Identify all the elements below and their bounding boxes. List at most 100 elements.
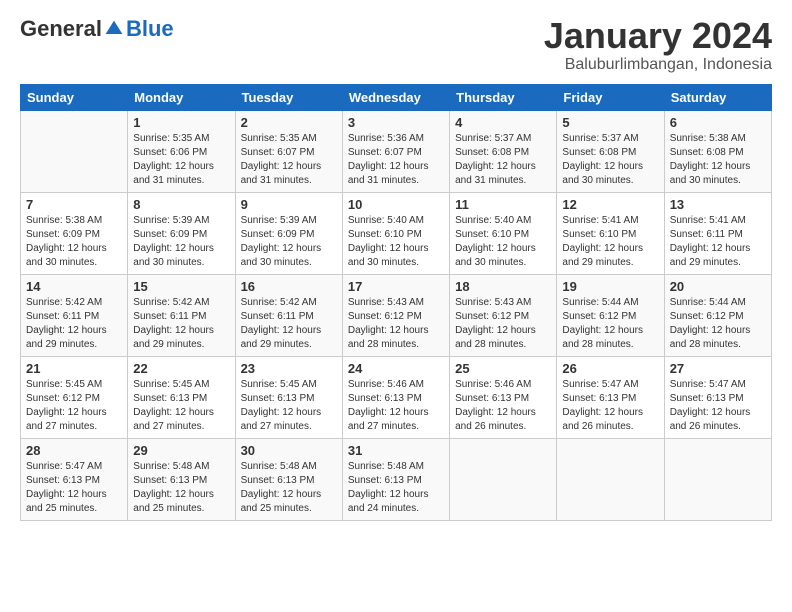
day-number: 19	[562, 279, 658, 294]
day-number: 9	[241, 197, 337, 212]
day-cell: 4Sunrise: 5:37 AM Sunset: 6:08 PM Daylig…	[450, 110, 557, 192]
day-number: 17	[348, 279, 444, 294]
header: General Blue January 2024 Baluburlimbang…	[20, 16, 772, 74]
day-number: 28	[26, 443, 122, 458]
day-info: Sunrise: 5:45 AM Sunset: 6:13 PM Dayligh…	[241, 378, 337, 434]
day-number: 23	[241, 361, 337, 376]
day-cell: 13 Sunrise: 5:41 AM Sunset: 6:11 PM Dayli…	[664, 192, 771, 274]
day-cell: 14 Sunrise: 5:42 AM Sunset: 6:11 PM Dayli…	[21, 274, 128, 356]
day-number: 25	[455, 361, 551, 376]
day-info: Sunrise: 5:42 AM Sunset: 6:11 PM Dayligh…	[26, 296, 122, 352]
day-cell: 12 Sunrise: 5:41 AM Sunset: 6:10 PM Dayli…	[557, 192, 664, 274]
day-cell: 3 Sunrise: 5:36 AM Sunset: 6:07 PM Daylig…	[342, 110, 449, 192]
day-info: Sunrise: 5:41 AM Sunset: 6:11 PM Dayligh…	[670, 214, 766, 270]
day-info: Sunrise: 5:48 AM Sunset: 6:13 PM Dayligh…	[241, 460, 337, 516]
day-number: 26	[562, 361, 658, 376]
header-day: Sunday	[21, 84, 128, 110]
header-day: Tuesday	[235, 84, 342, 110]
day-number: 27	[670, 361, 766, 376]
day-info: Sunrise: 5:44 AM Sunset: 6:12 PM Dayligh…	[670, 296, 766, 352]
header-day: Friday	[557, 84, 664, 110]
day-number: 4	[455, 115, 551, 130]
day-cell: 11 Sunrise: 5:40 AM Sunset: 6:10 PM Dayli…	[450, 192, 557, 274]
day-number: 15	[133, 279, 229, 294]
day-info: Sunrise: 5:44 AM Sunset: 6:12 PM Dayligh…	[562, 296, 658, 352]
day-cell: 5 Sunrise: 5:37 AM Sunset: 6:08 PM Daylig…	[557, 110, 664, 192]
day-cell: 7 Sunrise: 5:38 AM Sunset: 6:09 PM Daylig…	[21, 192, 128, 274]
day-number: 2	[241, 115, 337, 130]
day-number: 21	[26, 361, 122, 376]
day-cell	[21, 110, 128, 192]
header-day: Wednesday	[342, 84, 449, 110]
day-number: 5	[562, 115, 658, 130]
day-cell: 9 Sunrise: 5:39 AM Sunset: 6:09 PM Daylig…	[235, 192, 342, 274]
day-number: 13	[670, 197, 766, 212]
day-cell	[450, 438, 557, 520]
day-number: 10	[348, 197, 444, 212]
day-number: 14	[26, 279, 122, 294]
day-info: Sunrise: 5:36 AM Sunset: 6:07 PM Dayligh…	[348, 132, 444, 188]
day-cell: 19 Sunrise: 5:44 AM Sunset: 6:12 PM Dayli…	[557, 274, 664, 356]
day-number: 12	[562, 197, 658, 212]
day-info: Sunrise: 5:42 AM Sunset: 6:11 PM Dayligh…	[133, 296, 229, 352]
logo-icon	[104, 19, 124, 39]
week-row: 21 Sunrise: 5:45 AM Sunset: 6:12 PM Dayli…	[21, 356, 772, 438]
day-info: Sunrise: 5:43 AM Sunset: 6:12 PM Dayligh…	[455, 296, 551, 352]
logo: General Blue	[20, 16, 174, 42]
day-info: Sunrise: 5:40 AM Sunset: 6:10 PM Dayligh…	[455, 214, 551, 270]
day-info: Sunrise: 5:40 AM Sunset: 6:10 PM Dayligh…	[348, 214, 444, 270]
week-row: 14 Sunrise: 5:42 AM Sunset: 6:11 PM Dayli…	[21, 274, 772, 356]
day-info: Sunrise: 5:39 AM Sunset: 6:09 PM Dayligh…	[241, 214, 337, 270]
day-cell: 2Sunrise: 5:35 AM Sunset: 6:07 PM Daylig…	[235, 110, 342, 192]
day-info: Sunrise: 5:45 AM Sunset: 6:12 PM Dayligh…	[26, 378, 122, 434]
title-area: January 2024 Baluburlimbangan, Indonesia	[544, 16, 772, 74]
day-number: 20	[670, 279, 766, 294]
day-info: Sunrise: 5:47 AM Sunset: 6:13 PM Dayligh…	[26, 460, 122, 516]
header-day: Thursday	[450, 84, 557, 110]
day-number: 22	[133, 361, 229, 376]
week-row: 1 Sunrise: 5:35 AM Sunset: 6:06 PM Daylig…	[21, 110, 772, 192]
calendar-subtitle: Baluburlimbangan, Indonesia	[544, 56, 772, 74]
day-cell: 20 Sunrise: 5:44 AM Sunset: 6:12 PM Dayli…	[664, 274, 771, 356]
day-number: 8	[133, 197, 229, 212]
day-info: Sunrise: 5:35 AM Sunset: 6:06 PM Dayligh…	[133, 132, 229, 188]
day-info: Sunrise: 5:41 AM Sunset: 6:10 PM Dayligh…	[562, 214, 658, 270]
logo-blue-text: Blue	[126, 16, 174, 42]
calendar-table: SundayMondayTuesdayWednesdayThursdayFrid…	[20, 84, 772, 521]
day-cell: 6 Sunrise: 5:38 AM Sunset: 6:08 PM Daylig…	[664, 110, 771, 192]
day-cell: 18 Sunrise: 5:43 AM Sunset: 6:12 PM Dayli…	[450, 274, 557, 356]
page: General Blue January 2024 Baluburlimbang…	[0, 0, 792, 612]
day-info: Sunrise: 5:45 AM Sunset: 6:13 PM Dayligh…	[133, 378, 229, 434]
day-cell: 26 Sunrise: 5:47 AM Sunset: 6:13 PM Dayli…	[557, 356, 664, 438]
day-number: 18	[455, 279, 551, 294]
day-number: 6	[670, 115, 766, 130]
day-info: Sunrise: 5:42 AM Sunset: 6:11 PM Dayligh…	[241, 296, 337, 352]
day-info: Sunrise: 5:46 AM Sunset: 6:13 PM Dayligh…	[348, 378, 444, 434]
day-cell: 23 Sunrise: 5:45 AM Sunset: 6:13 PM Dayli…	[235, 356, 342, 438]
day-info: Sunrise: 5:37 AM Sunset: 6:08 PM Dayligh…	[562, 132, 658, 188]
logo-general-text: General	[20, 16, 102, 42]
day-number: 3	[348, 115, 444, 130]
day-info: Sunrise: 5:47 AM Sunset: 6:13 PM Dayligh…	[562, 378, 658, 434]
day-info: Sunrise: 5:39 AM Sunset: 6:09 PM Dayligh…	[133, 214, 229, 270]
day-number: 11	[455, 197, 551, 212]
day-number: 30	[241, 443, 337, 458]
day-cell	[664, 438, 771, 520]
day-cell: 29Sunrise: 5:48 AM Sunset: 6:13 PM Dayli…	[128, 438, 235, 520]
day-cell	[557, 438, 664, 520]
day-info: Sunrise: 5:47 AM Sunset: 6:13 PM Dayligh…	[670, 378, 766, 434]
day-number: 29	[133, 443, 229, 458]
day-number: 7	[26, 197, 122, 212]
day-info: Sunrise: 5:38 AM Sunset: 6:08 PM Dayligh…	[670, 132, 766, 188]
day-number: 24	[348, 361, 444, 376]
day-number: 1	[133, 115, 229, 130]
week-row: 28 Sunrise: 5:47 AM Sunset: 6:13 PM Dayli…	[21, 438, 772, 520]
day-info: Sunrise: 5:46 AM Sunset: 6:13 PM Dayligh…	[455, 378, 551, 434]
header-day: Monday	[128, 84, 235, 110]
day-info: Sunrise: 5:38 AM Sunset: 6:09 PM Dayligh…	[26, 214, 122, 270]
day-cell: 30 Sunrise: 5:48 AM Sunset: 6:13 PM Dayli…	[235, 438, 342, 520]
day-number: 16	[241, 279, 337, 294]
header-row: SundayMondayTuesdayWednesdayThursdayFrid…	[21, 84, 772, 110]
day-cell: 8 Sunrise: 5:39 AM Sunset: 6:09 PM Daylig…	[128, 192, 235, 274]
day-cell: 16 Sunrise: 5:42 AM Sunset: 6:11 PM Dayli…	[235, 274, 342, 356]
